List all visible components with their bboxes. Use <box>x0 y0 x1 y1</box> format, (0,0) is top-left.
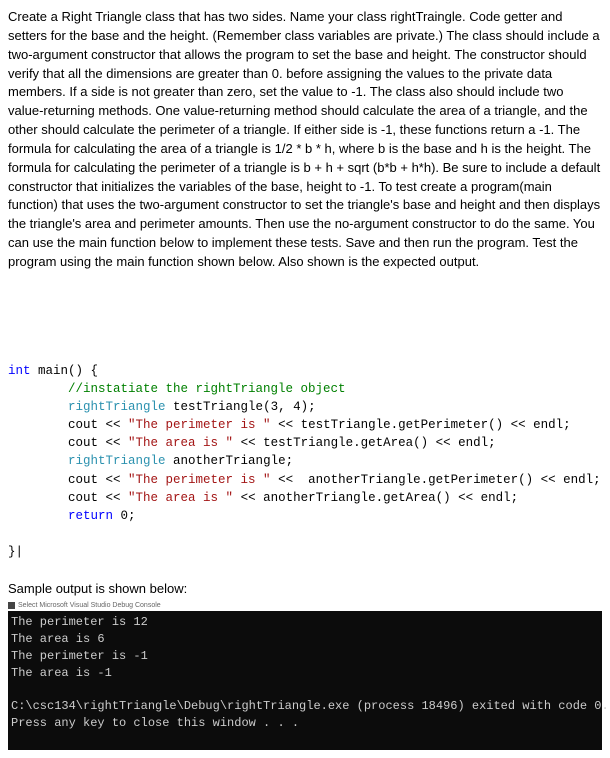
console-line: The area is 6 <box>11 632 105 646</box>
console-line: The perimeter is 12 <box>11 615 148 629</box>
problem-statement: Create a Right Triangle class that has t… <box>8 8 602 272</box>
code-sample: int main() { //instatiate the rightTrian… <box>8 362 602 561</box>
console-exit-line: C:\csc134\rightTriangle\Debug\rightTrian… <box>11 699 609 713</box>
console-icon <box>8 602 15 609</box>
string-literal: "The area is " <box>128 491 233 505</box>
string-literal: "The perimeter is " <box>128 473 271 487</box>
string-literal: "The area is " <box>128 436 233 450</box>
console-title-bar: Select Microsoft Visual Studio Debug Con… <box>8 602 602 609</box>
type-righttriangle: rightTriangle <box>68 400 166 414</box>
sample-output-label: Sample output is shown below: <box>8 581 602 596</box>
keyword-int: int <box>8 364 31 378</box>
keyword-return: return <box>68 509 113 523</box>
string-literal: "The perimeter is " <box>128 418 271 432</box>
console-line: The area is -1 <box>11 666 112 680</box>
comment: //instatiate the rightTriangle object <box>68 382 346 396</box>
type-righttriangle: rightTriangle <box>68 454 166 468</box>
console-line: The perimeter is -1 <box>11 649 148 663</box>
console-output: The perimeter is 12 The area is 6 The pe… <box>8 611 602 750</box>
console-press-line: Press any key to close this window . . . <box>11 716 299 730</box>
console-title-text: Select Microsoft Visual Studio Debug Con… <box>18 602 161 609</box>
